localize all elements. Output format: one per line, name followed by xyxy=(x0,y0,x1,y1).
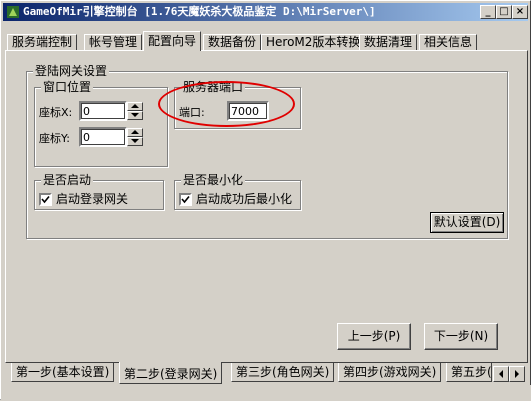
config-wizard-page: 登陆网关设置 窗口位置 座标X: 座标Y: xyxy=(5,50,528,363)
tab-step2-login-gate[interactable]: 第二步(登录网关) xyxy=(119,362,223,384)
y-spin-up-button[interactable] xyxy=(127,128,143,137)
x-coord-input[interactable] xyxy=(79,101,127,121)
close-button[interactable]: × xyxy=(512,5,528,19)
window-position-group: 窗口位置 座标X: 座标Y: xyxy=(34,80,168,167)
start-login-gate-checkbox[interactable]: 启动登录网关 xyxy=(39,190,128,207)
autostart-title: 是否启动 xyxy=(41,173,94,187)
top-tab-strip: 服务端控制 帐号管理 配置向导 数据备份 HeroM2版本转换 数据清理 相关信… xyxy=(5,31,528,51)
checkbox-box[interactable] xyxy=(39,193,52,206)
y-spin-down-button[interactable] xyxy=(127,137,143,146)
x-coord-label: 座标X: xyxy=(39,106,73,119)
minimize-after-start-label: 启动成功后最小化 xyxy=(196,192,293,206)
maximize-button[interactable]: □ xyxy=(496,5,512,19)
tab-data-cleanup[interactable]: 数据清理 xyxy=(359,34,418,51)
up-arrow-icon xyxy=(131,130,139,134)
tab-step1-basic[interactable]: 第一步(基本设置) xyxy=(11,363,115,382)
title-bar[interactable]: GameOfMir引擎控制台 [1.76天魔妖杀大极品鉴定 D:\MirServ… xyxy=(3,3,528,21)
autostart-group: 是否启动 启动登录网关 xyxy=(34,173,164,210)
main-window: GameOfMir引擎控制台 [1.76天魔妖杀大极品鉴定 D:\MirServ… xyxy=(0,0,531,401)
y-coord-spinner[interactable] xyxy=(127,128,143,146)
tab-scroll-left-button[interactable] xyxy=(493,366,509,382)
y-coord-label: 座标Y: xyxy=(39,132,70,145)
start-login-gate-label: 启动登录网关 xyxy=(56,192,129,206)
window-title: GameOfMir引擎控制台 [1.76天魔妖杀大极品鉴定 D:\MirServ… xyxy=(23,5,376,18)
left-arrow-icon xyxy=(499,370,503,378)
login-gate-settings-title: 登陆网关设置 xyxy=(33,64,110,78)
minimize-title: 是否最小化 xyxy=(181,173,246,187)
tab-account-management[interactable]: 帐号管理 xyxy=(84,34,143,51)
minimize-button[interactable]: _ xyxy=(480,5,496,19)
checkmark-icon xyxy=(41,195,50,204)
window-position-title: 窗口位置 xyxy=(41,80,94,94)
x-spin-down-button[interactable] xyxy=(127,111,143,120)
right-arrow-icon xyxy=(515,370,519,378)
window-bottom-strip xyxy=(1,385,531,401)
tab-step5[interactable]: 第五步( xyxy=(446,363,492,382)
tab-config-wizard[interactable]: 配置向导 xyxy=(143,31,202,51)
minimize-after-start-checkbox[interactable]: 启动成功后最小化 xyxy=(179,190,292,207)
default-settings-button[interactable]: 默认设置(D) xyxy=(430,212,504,233)
app-icon xyxy=(7,6,19,18)
minimize-group: 是否最小化 启动成功后最小化 xyxy=(174,173,301,210)
port-label: 端口: xyxy=(179,106,205,119)
x-coord-spinner[interactable] xyxy=(127,102,143,120)
tab-scroll-right-button[interactable] xyxy=(509,366,525,382)
bottom-tab-strip: 第一步(基本设置) 第二步(登录网关) 第三步(角色网关) 第四步(游戏网关) … xyxy=(5,362,528,385)
y-coord-input[interactable] xyxy=(79,127,127,147)
tab-about[interactable]: 相关信息 xyxy=(419,34,478,51)
login-gate-settings-group: 登陆网关设置 窗口位置 座标X: 座标Y: xyxy=(26,64,508,239)
tab-step3-role-gate[interactable]: 第三步(角色网关) xyxy=(231,363,335,382)
tab-herom2-convert[interactable]: HeroM2版本转换 xyxy=(261,34,366,51)
x-spin-up-button[interactable] xyxy=(127,102,143,111)
tab-data-backup[interactable]: 数据备份 xyxy=(203,34,262,51)
down-arrow-icon xyxy=(131,113,139,117)
down-arrow-icon xyxy=(131,139,139,143)
port-input[interactable] xyxy=(227,101,269,121)
tab-server-control[interactable]: 服务端控制 xyxy=(7,34,78,51)
checkbox-box[interactable] xyxy=(179,193,192,206)
up-arrow-icon xyxy=(131,104,139,108)
server-port-title: 服务器端口 xyxy=(181,80,246,94)
previous-step-button[interactable]: 上一步(P) xyxy=(337,323,411,350)
server-port-group: 服务器端口 端口: xyxy=(174,80,301,129)
checkmark-icon xyxy=(181,195,190,204)
tab-step4-game-gate[interactable]: 第四步(游戏网关) xyxy=(338,363,442,382)
next-step-button[interactable]: 下一步(N) xyxy=(424,323,498,350)
